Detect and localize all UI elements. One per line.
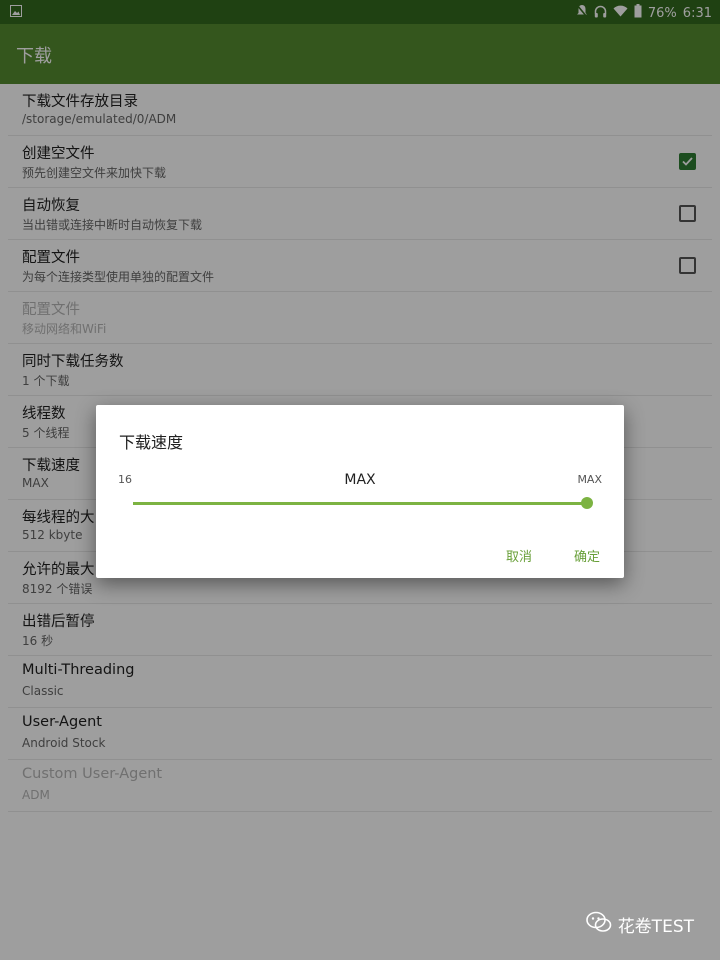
- ok-button[interactable]: 确定: [574, 546, 600, 565]
- download-speed-dialog: 下载速度 16 MAX MAX 取消 确定: [96, 405, 624, 578]
- slider-current-value: MAX: [344, 472, 376, 488]
- cancel-button[interactable]: 取消: [506, 546, 532, 565]
- dialog-title: 下载速度: [119, 433, 184, 452]
- slider-max-label: MAX: [577, 473, 602, 486]
- watermark-text: 花卷TEST: [617, 917, 694, 937]
- slider-track[interactable]: [133, 502, 587, 505]
- slider-thumb[interactable]: [581, 497, 593, 509]
- wechat-icon: [585, 911, 612, 938]
- scrim-top: [0, 0, 720, 84]
- watermark: 花卷TEST: [585, 911, 694, 938]
